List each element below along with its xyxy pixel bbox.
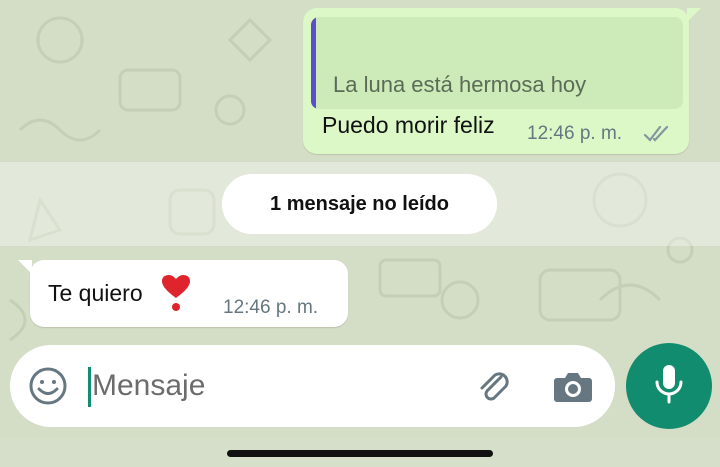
home-indicator[interactable] [227, 450, 493, 457]
outgoing-bubble-tail [687, 8, 701, 22]
incoming-message[interactable]: Te quiero 12:46 p. m. [18, 260, 348, 327]
outgoing-message[interactable]: La luna está hermosa hoy Puedo morir fel… [303, 8, 701, 154]
heart-exclamation-emoji-icon [161, 274, 191, 317]
paperclip-icon[interactable] [473, 365, 515, 407]
message-input[interactable] [92, 361, 452, 411]
outgoing-message-time: 12:46 p. m. [527, 123, 623, 144]
microphone-icon [653, 363, 685, 410]
outgoing-message-text: Puedo morir feliz [322, 112, 495, 138]
smiley-icon[interactable] [27, 365, 69, 407]
incoming-message-text: Te quiero [48, 280, 143, 306]
quoted-message-text: La luna está hermosa hoy [333, 72, 587, 97]
quoted-message[interactable]: La luna está hermosa hoy [311, 17, 683, 109]
microphone-button[interactable] [626, 343, 712, 429]
unread-messages-divider: 1 mensaje no leído [222, 174, 497, 234]
double-check-icon [643, 125, 673, 148]
message-composer [10, 345, 615, 427]
camera-icon[interactable] [551, 365, 595, 407]
quote-accent-bar [311, 17, 316, 109]
incoming-bubble-tail [18, 260, 32, 274]
text-cursor [88, 367, 91, 407]
incoming-message-time: 12:46 p. m. [223, 297, 319, 318]
